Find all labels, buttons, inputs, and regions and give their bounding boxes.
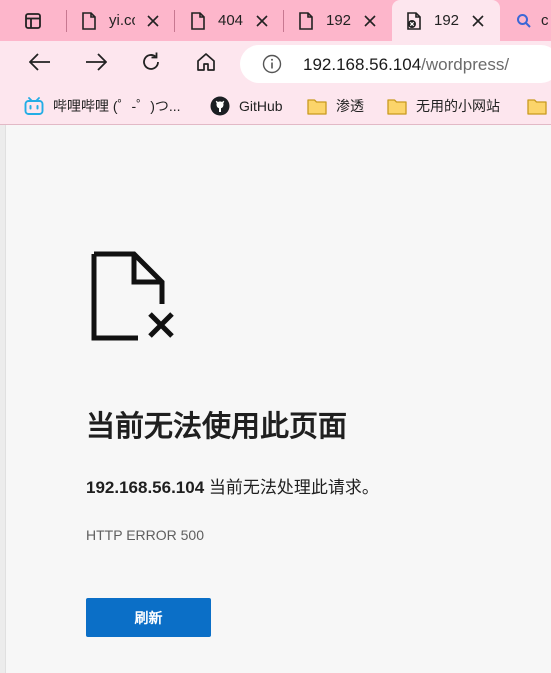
github-icon bbox=[210, 96, 230, 116]
tab-title: 192. bbox=[434, 12, 460, 29]
folder-icon bbox=[307, 96, 327, 116]
reload-button[interactable] bbox=[135, 48, 167, 80]
bookmark-label: 无用的小网站 bbox=[416, 98, 500, 114]
bilibili-icon bbox=[24, 96, 44, 116]
tab-3[interactable]: 192. bbox=[297, 0, 378, 41]
address-bar[interactable]: 192.168.56.104/wordpress/ bbox=[240, 45, 551, 83]
folder-icon bbox=[387, 96, 407, 116]
bookmark-folder-websites[interactable]: 无用的小网站 bbox=[387, 95, 500, 117]
window-icon bbox=[24, 12, 42, 30]
bookmark-bilibili[interactable]: 哔哩哔哩 (゜-゜)つ... bbox=[24, 95, 181, 117]
side-panel-edge bbox=[0, 125, 6, 673]
tab-4-active[interactable]: 192. bbox=[392, 0, 500, 41]
error-message: 192.168.56.104 当前无法处理此请求。 bbox=[86, 473, 379, 498]
close-icon[interactable] bbox=[470, 13, 486, 29]
folder-icon bbox=[527, 96, 547, 116]
home-icon bbox=[196, 52, 216, 77]
navigation-toolbar: 192.168.56.104/wordpress/ bbox=[0, 41, 551, 87]
bookmark-folder-shentou[interactable]: 渗透 bbox=[307, 95, 364, 117]
info-icon[interactable] bbox=[262, 54, 282, 74]
tab-title: yi.cc bbox=[109, 12, 135, 29]
tab-title: 192. bbox=[326, 12, 352, 29]
document-icon bbox=[189, 11, 207, 30]
document-icon bbox=[297, 11, 315, 30]
bookmark-folder-overflow[interactable] bbox=[527, 95, 551, 117]
bookmark-label: 渗透 bbox=[336, 98, 364, 114]
bookmark-github[interactable]: GitHub bbox=[210, 95, 283, 117]
tab-title: c bbox=[541, 12, 549, 29]
arrow-left-icon bbox=[28, 52, 51, 76]
tab-actions-button[interactable] bbox=[24, 0, 42, 41]
tab-5[interactable]: c bbox=[515, 0, 551, 41]
close-icon[interactable] bbox=[254, 13, 270, 29]
search-icon bbox=[515, 12, 533, 30]
error-host: 192.168.56.104 bbox=[86, 478, 205, 497]
error-document-icon bbox=[405, 11, 423, 30]
refresh-button[interactable]: 刷新 bbox=[86, 598, 211, 637]
bookmark-label: GitHub bbox=[239, 98, 283, 114]
page-title: 当前无法使用此页面 bbox=[86, 411, 348, 443]
tab-1[interactable]: yi.cc bbox=[80, 0, 161, 41]
close-icon[interactable] bbox=[362, 13, 378, 29]
document-icon bbox=[80, 11, 98, 30]
forward-button[interactable] bbox=[80, 48, 112, 80]
tab-separator bbox=[283, 10, 284, 32]
back-button[interactable] bbox=[24, 48, 56, 80]
broken-document-icon bbox=[86, 250, 178, 347]
bookmarks-bar: 哔哩哔哩 (゜-゜)つ... GitHub 渗透 无用的小网站 bbox=[0, 87, 551, 125]
url-text: 192.168.56.104/wordpress/ bbox=[303, 55, 509, 75]
tab-strip: yi.cc 404 192. 192. bbox=[0, 0, 551, 41]
tab-separator bbox=[174, 10, 175, 32]
url-path: /wordpress/ bbox=[421, 55, 510, 74]
error-code: HTTP ERROR 500 bbox=[86, 527, 204, 543]
close-icon[interactable] bbox=[145, 13, 161, 29]
tab-2[interactable]: 404 bbox=[189, 0, 270, 41]
tab-separator bbox=[66, 10, 67, 32]
arrow-right-icon bbox=[85, 52, 108, 76]
bookmark-label: 哔哩哔哩 (゜-゜)つ... bbox=[53, 98, 181, 114]
home-button[interactable] bbox=[190, 48, 222, 80]
error-message-text: 当前无法处理此请求。 bbox=[204, 478, 379, 497]
url-host: 192.168.56.104 bbox=[303, 55, 422, 74]
reload-icon bbox=[140, 51, 162, 78]
tab-title: 404 bbox=[218, 12, 244, 29]
